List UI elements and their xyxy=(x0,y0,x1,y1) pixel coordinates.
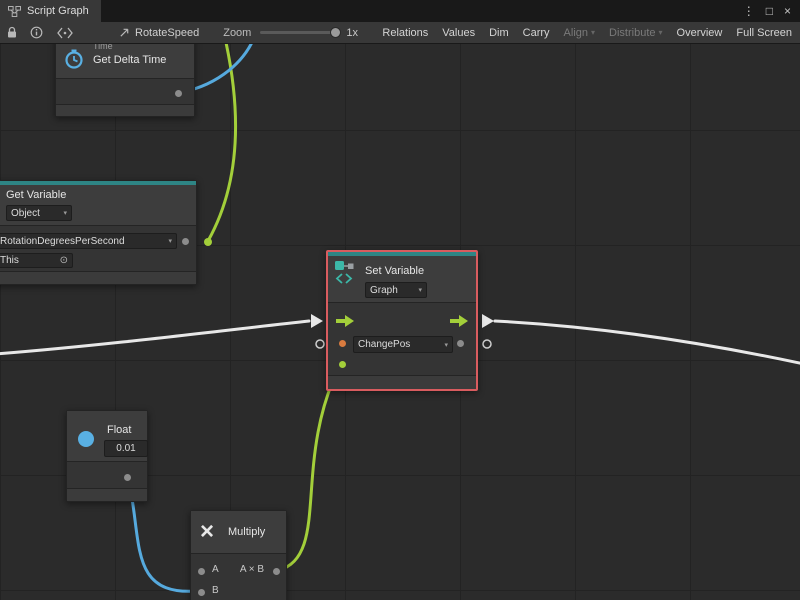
node-category: Time xyxy=(93,44,113,51)
info-icon[interactable] xyxy=(30,26,43,39)
chevron-down-icon: ▾ xyxy=(440,341,448,349)
window-controls: ⋮ □ × xyxy=(743,0,800,22)
multiply-icon: × xyxy=(200,520,214,544)
tab-bar: Script Graph ⋮ □ × xyxy=(0,0,800,22)
value-output-port[interactable] xyxy=(457,340,464,347)
port-ring-left[interactable] xyxy=(316,340,324,348)
align-label: Align xyxy=(564,27,588,39)
overview-label: Overview xyxy=(677,27,723,39)
chevron-down-icon: ▾ xyxy=(59,209,67,217)
distribute-label: Distribute xyxy=(609,27,655,39)
scope-value: Object xyxy=(11,208,40,219)
node-footer xyxy=(328,375,476,389)
result-label: A × B xyxy=(240,564,264,575)
dim-label: Dim xyxy=(489,27,509,39)
relations-label: Relations xyxy=(382,27,428,39)
zoom-label: Zoom xyxy=(223,27,251,39)
zoom-slider-handle[interactable] xyxy=(330,27,341,38)
input-a-label: A xyxy=(212,564,219,575)
carry-button[interactable]: Carry xyxy=(523,27,550,39)
graph-name: RotateSpeed xyxy=(135,27,199,39)
result-port[interactable] xyxy=(273,568,280,575)
target-value: This xyxy=(0,255,19,266)
node-footer xyxy=(67,488,147,501)
float-output-port[interactable] xyxy=(124,474,131,481)
flow-in-arrow-icon[interactable] xyxy=(336,315,354,327)
close-icon[interactable]: × xyxy=(784,5,791,17)
flow-arrow-out-icon[interactable] xyxy=(482,314,494,328)
tab-title: Script Graph xyxy=(27,5,89,17)
node-title: Multiply xyxy=(228,526,265,538)
full-screen-label: Full Screen xyxy=(736,27,792,39)
code-icon[interactable] xyxy=(57,27,73,39)
chevron-down-icon: ▾ xyxy=(591,28,595,37)
relations-button[interactable]: Relations xyxy=(382,27,428,39)
name-input-port[interactable] xyxy=(339,340,346,347)
tab-script-graph[interactable]: Script Graph xyxy=(0,0,101,22)
variable-name-dropdown[interactable]: ChangePos ▾ xyxy=(353,336,453,353)
maximize-icon[interactable]: □ xyxy=(766,5,773,17)
scope-value: Graph xyxy=(370,285,398,296)
node-multiply[interactable]: × Multiply A A × B B xyxy=(190,510,287,600)
node-title: Get Variable xyxy=(6,189,66,201)
graph-breadcrumb[interactable]: RotateSpeed xyxy=(119,27,199,39)
timer-icon xyxy=(63,48,85,70)
dim-button[interactable]: Dim xyxy=(489,27,509,39)
object-target-field[interactable]: This ⊙ xyxy=(0,253,73,268)
node-title: Set Variable xyxy=(365,265,424,277)
variable-name-value: ChangePos xyxy=(358,339,410,350)
variable-scope-dropdown[interactable]: Object ▾ xyxy=(6,205,72,221)
float-value-field[interactable]: 0.01 xyxy=(104,440,148,457)
node-get-delta-time[interactable]: Time Get Delta Time xyxy=(55,44,195,117)
graph-canvas[interactable]: Time Get Delta Time Get Variable Object … xyxy=(0,44,800,600)
wire-variable-top[interactable] xyxy=(208,44,236,241)
toolbar-buttons: Relations Values Dim Carry Align ▾ Distr… xyxy=(382,27,800,39)
node-get-variable[interactable]: Get Variable Object ▾ RotationDegreesPer… xyxy=(0,180,197,285)
wire-flow-in[interactable] xyxy=(0,321,309,354)
flow-out-arrow-icon[interactable] xyxy=(450,315,468,327)
wire-end-dot[interactable] xyxy=(204,238,212,246)
node-title: Float xyxy=(107,424,131,436)
float-icon xyxy=(78,431,94,447)
input-b-port[interactable] xyxy=(198,589,205,596)
input-b-label: B xyxy=(212,585,219,596)
values-label: Values xyxy=(442,27,475,39)
input-a-port[interactable] xyxy=(198,568,205,575)
distribute-button[interactable]: Distribute ▾ xyxy=(609,27,662,39)
chevron-down-icon: ▾ xyxy=(414,286,422,294)
value-input-port[interactable] xyxy=(339,361,346,368)
object-picker-icon[interactable]: ⊙ xyxy=(60,256,68,266)
zoom-slider[interactable] xyxy=(260,31,338,34)
carry-label: Carry xyxy=(523,27,550,39)
wire-flow-out[interactable] xyxy=(495,321,800,364)
script-graph-icon xyxy=(8,6,21,17)
full-screen-button[interactable]: Full Screen xyxy=(736,27,792,39)
port-ring-right[interactable] xyxy=(483,340,491,348)
kebab-menu-icon[interactable]: ⋮ xyxy=(743,5,755,17)
float-value: 0.01 xyxy=(116,443,135,454)
variable-scope-dropdown[interactable]: Graph ▾ xyxy=(365,282,427,298)
node-set-variable[interactable]: Set Variable Graph ▾ ChangePos ▾ xyxy=(326,250,478,391)
node-footer xyxy=(0,271,196,284)
overview-button[interactable]: Overview xyxy=(677,27,723,39)
variable-name-value: RotationDegreesPerSecond xyxy=(0,236,125,247)
lock-icon[interactable] xyxy=(6,26,18,39)
node-float[interactable]: Float 0.01 xyxy=(66,410,148,502)
align-button[interactable]: Align ▾ xyxy=(564,27,595,39)
graph-toolbar: RotateSpeed Zoom 1x Relations Values Dim… xyxy=(0,22,800,44)
chevron-down-icon: ▾ xyxy=(164,237,172,245)
flow-arrow-in-icon[interactable] xyxy=(311,314,323,328)
value-output-port[interactable] xyxy=(182,238,189,245)
node-footer xyxy=(56,104,194,116)
graph-pointer-icon xyxy=(119,27,130,38)
delta-time-output-port[interactable] xyxy=(175,90,182,97)
zoom-value: 1x xyxy=(346,27,358,39)
set-variable-icon xyxy=(333,259,359,285)
chevron-down-icon: ▾ xyxy=(659,28,663,37)
values-button[interactable]: Values xyxy=(442,27,475,39)
node-title: Get Delta Time xyxy=(93,54,166,66)
variable-name-dropdown[interactable]: RotationDegreesPerSecond ▾ xyxy=(0,233,177,249)
